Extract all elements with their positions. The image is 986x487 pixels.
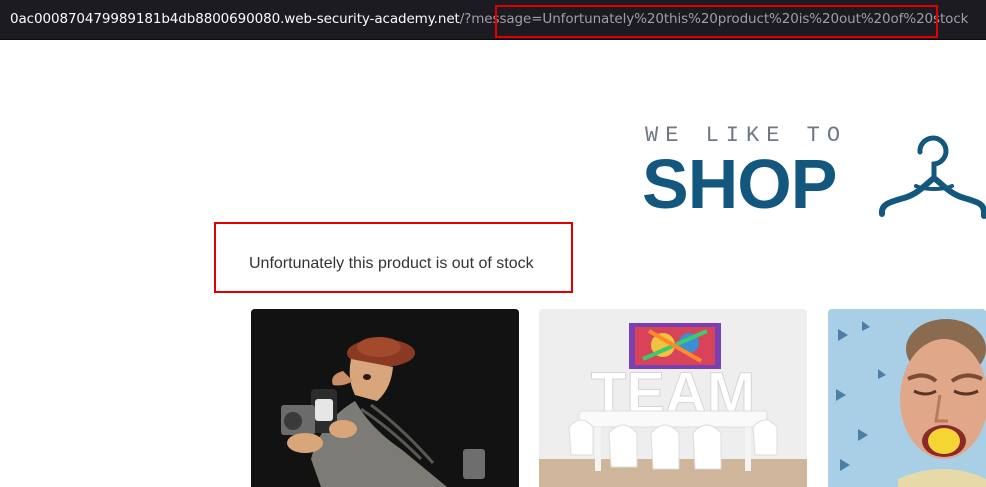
product-card[interactable] [251, 309, 519, 487]
product-card[interactable]: TEAM [539, 309, 807, 487]
url-query-highlight [495, 5, 938, 38]
product-card[interactable] [828, 309, 986, 487]
stock-message: Unfortunately this product is out of sto… [249, 255, 534, 272]
page-content: WE LIKE TO SHOP Unfortunately this produ… [0, 40, 986, 487]
man-eating-lemon-image [828, 309, 986, 487]
team-meeting-room-image: TEAM [539, 309, 807, 487]
url-host: 0ac000870479989181b4db8800690080.web-sec… [10, 11, 460, 27]
logo-wordmark: SHOP [642, 145, 837, 223]
browser-address-bar[interactable]: 0ac000870479989181b4db8800690080.web-sec… [0, 0, 986, 40]
hanger-icon [879, 135, 986, 219]
photographer-figurine-image [251, 309, 519, 487]
shop-logo[interactable]: WE LIKE TO SHOP [640, 120, 986, 223]
